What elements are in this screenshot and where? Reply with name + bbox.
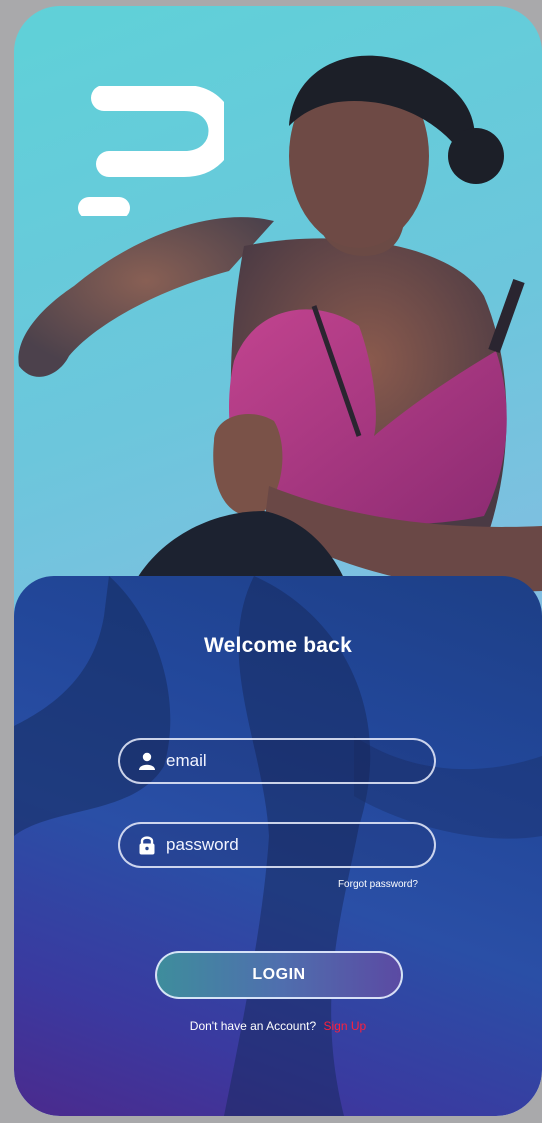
welcome-title: Welcome back bbox=[204, 634, 352, 657]
phone-screen: Welcome back Forgot password? LOGIN bbox=[14, 6, 542, 1116]
email-input[interactable] bbox=[166, 751, 396, 771]
brand-logo bbox=[78, 86, 224, 216]
password-input[interactable] bbox=[166, 835, 396, 855]
login-card: Welcome back Forgot password? LOGIN bbox=[14, 576, 542, 1116]
lock-icon bbox=[136, 834, 158, 856]
email-field[interactable] bbox=[118, 738, 436, 784]
signup-link[interactable]: Sign Up bbox=[324, 1019, 367, 1033]
signup-row: Don't have an Account? Sign Up bbox=[14, 1019, 542, 1033]
login-button[interactable]: LOGIN bbox=[155, 951, 403, 999]
signup-prompt: Don't have an Account? bbox=[189, 1019, 317, 1033]
password-field[interactable] bbox=[118, 822, 436, 868]
forgot-password-link[interactable]: Forgot password? bbox=[338, 879, 418, 890]
user-icon bbox=[136, 750, 158, 772]
